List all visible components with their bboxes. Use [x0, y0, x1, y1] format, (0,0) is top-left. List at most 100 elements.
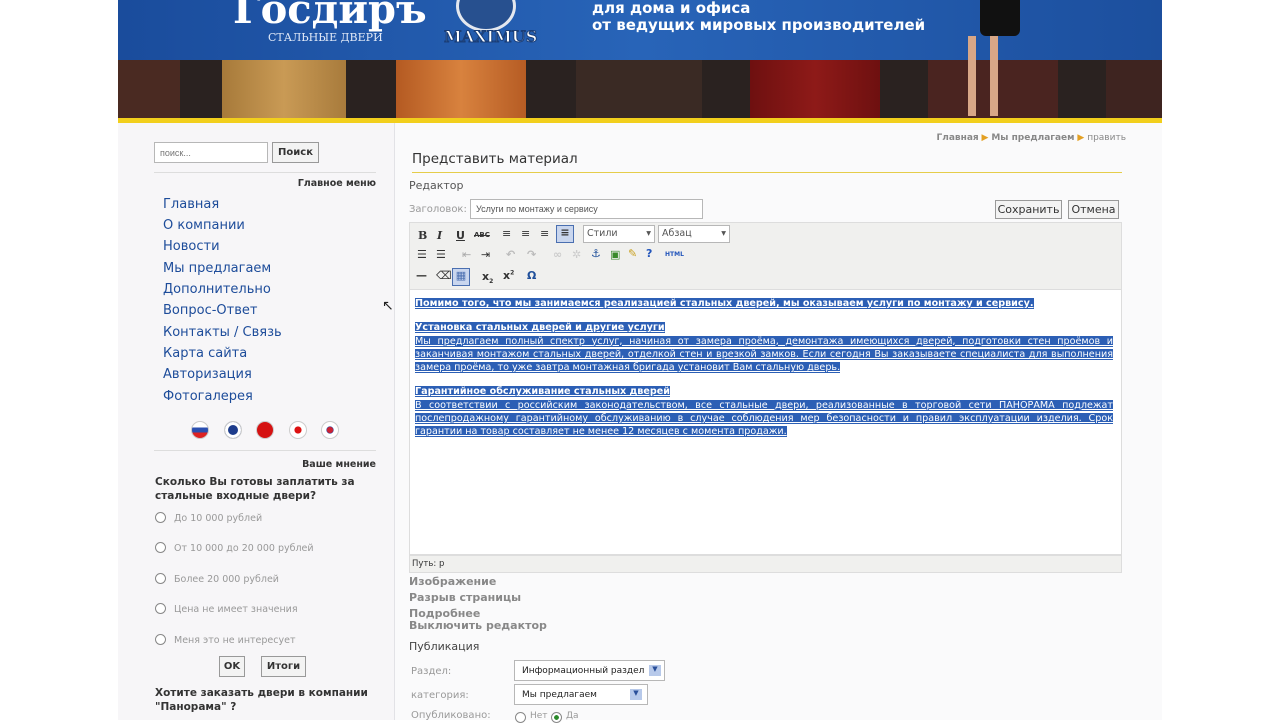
flag-kr-icon[interactable]	[321, 421, 339, 439]
styles-select[interactable]: Стили ▾	[583, 225, 655, 243]
poll-radio[interactable]	[155, 634, 166, 645]
help-icon[interactable]: ?	[646, 247, 652, 260]
align-justify-icon[interactable]: ≡	[556, 225, 574, 243]
menu-title: Главное меню	[297, 178, 376, 189]
indent-icon[interactable]: ⇥	[481, 248, 490, 261]
styles-value: Стили	[587, 228, 618, 239]
pagebreak-link[interactable]: Разрыв страницы	[409, 591, 521, 604]
section-value: Информационный раздел	[522, 666, 645, 676]
poll-option-label: Цена не имеет значения	[174, 604, 298, 615]
html-button[interactable]: HTML	[665, 251, 684, 258]
menu-item-faq[interactable]: Вопрос-Ответ	[163, 303, 257, 318]
toggle-editor-link[interactable]: Выключить редактор	[409, 619, 547, 632]
save-button[interactable]: Сохранить	[995, 200, 1062, 219]
poll-radio[interactable]	[155, 573, 166, 584]
outdent-icon[interactable]: ⇤	[462, 248, 471, 261]
subheading: Установка стальных дверей и другие услуг…	[415, 322, 665, 334]
logo: Госдиръ	[233, 0, 427, 33]
poll-radio[interactable]	[155, 512, 166, 523]
menu-item-about[interactable]: О компании	[163, 218, 245, 233]
paragraph: Помимо того, что мы занимаемся реализаци…	[415, 298, 1034, 309]
anchor-icon[interactable]: ⚓	[591, 247, 601, 260]
horizontal-rule-icon[interactable]: —	[416, 269, 427, 282]
menu-item-contacts[interactable]: Контакты / Связь	[163, 325, 282, 340]
undo-icon[interactable]: ↶	[506, 248, 515, 261]
published-label: Опубликовано:	[411, 710, 491, 721]
table-icon[interactable]: ▦	[452, 268, 470, 286]
poll-ok-button[interactable]: OK	[219, 656, 245, 677]
format-select[interactable]: Абзац ▾	[658, 225, 730, 243]
subscript-icon[interactable]: x2	[482, 270, 493, 285]
menu-item-sitemap[interactable]: Карта сайта	[163, 346, 247, 361]
numbered-list-icon[interactable]: ☰	[436, 248, 446, 261]
search-input[interactable]	[154, 142, 268, 163]
title-input[interactable]	[470, 199, 703, 219]
category-select[interactable]: Мы предлагаем ▼	[514, 684, 648, 705]
image-icon[interactable]: ▣	[610, 248, 620, 261]
section-select[interactable]: Информационный раздел ▼	[514, 660, 665, 681]
doors-strip	[118, 36, 1162, 118]
title-label: Заголовок:	[409, 204, 467, 215]
editor-section-label: Редактор	[409, 179, 464, 192]
poll-radio[interactable]	[155, 542, 166, 553]
format-value: Абзац	[662, 228, 692, 239]
editor-toolbar: B I U ABC ≡ ≡ ≡ ≡ Стили ▾ Абзац ▾ ☰ ☰ ⇤ ⇥ …	[409, 222, 1122, 290]
mouse-cursor-icon: ↖	[382, 298, 394, 314]
menu-item-extra[interactable]: Дополнительно	[163, 282, 271, 297]
poll-question: Сколько Вы готовы заплатить за стальные …	[155, 476, 355, 502]
strikethrough-button[interactable]: ABC	[474, 231, 490, 239]
poll-radio[interactable]	[155, 603, 166, 614]
slogan-line: от ведущих мировых производителей	[592, 16, 926, 34]
poll-title: Ваше мнение	[302, 459, 376, 470]
poll-option-label: До 10 000 рублей	[174, 513, 263, 524]
menu-item-offers[interactable]: Мы предлагаем	[163, 261, 271, 276]
eraser-icon[interactable]: ⌫	[436, 269, 452, 282]
image-link[interactable]: Изображение	[409, 575, 496, 588]
model-figure	[980, 0, 1020, 36]
flag-cn-icon[interactable]	[256, 421, 274, 439]
align-center-icon[interactable]: ≡	[521, 227, 530, 240]
poll-option-label: Меня это не интересует	[174, 635, 296, 646]
redo-icon[interactable]: ↷	[527, 248, 536, 261]
unlink-icon[interactable]: ✲	[572, 248, 581, 261]
section-label: Раздел:	[411, 666, 452, 677]
published-yes-radio[interactable]	[551, 712, 562, 723]
menu-item-gallery[interactable]: Фотогалерея	[163, 389, 253, 404]
align-right-icon[interactable]: ≡	[540, 227, 549, 240]
subheading: Гарантийное обслуживание стальных дверей	[415, 386, 670, 398]
main-content: Главная ▶ Мы предлагаем ▶ править Предст…	[395, 123, 1162, 723]
link-icon[interactable]: ∞	[553, 248, 562, 261]
breadcrumb-home[interactable]: Главная	[937, 133, 979, 143]
published-no-radio[interactable]	[515, 712, 526, 723]
flag-jp-icon[interactable]	[289, 421, 307, 439]
menu-item-login[interactable]: Авторизация	[163, 367, 252, 382]
category-value: Мы предлагаем	[522, 690, 597, 700]
bold-button[interactable]: B	[418, 229, 427, 242]
chevron-down-icon: ▼	[630, 689, 642, 700]
flag-ru-icon[interactable]	[191, 421, 209, 439]
order-question: Хотите заказать двери в компании "Панора…	[155, 687, 368, 713]
superscript-icon[interactable]: x2	[503, 269, 514, 282]
menu-item-news[interactable]: Новости	[163, 239, 220, 254]
breadcrumb-current: править	[1087, 133, 1126, 143]
breadcrumb-offers[interactable]: Мы предлагаем	[991, 133, 1074, 143]
slogan-line: для дома и офиса	[592, 0, 751, 17]
emblem-text: MAXIMUS	[443, 27, 538, 47]
cancel-button[interactable]: Отмена	[1068, 200, 1119, 219]
align-left-icon[interactable]: ≡	[502, 227, 511, 240]
special-char-icon[interactable]: Ω	[527, 269, 536, 282]
cleanup-icon[interactable]: ✎	[628, 247, 637, 260]
poll-results-button[interactable]: Итоги	[261, 656, 306, 677]
page-title: Представить материал	[412, 151, 1122, 173]
menu-item-home[interactable]: Главная	[163, 197, 219, 212]
paragraph: Мы предлагаем полный спектр услуг, начин…	[415, 335, 1113, 374]
category-label: категория:	[411, 690, 469, 701]
underline-button[interactable]: U	[456, 229, 465, 242]
flag-uk-icon[interactable]	[224, 421, 242, 439]
chevron-down-icon: ▼	[649, 665, 661, 676]
slogan: для дома и офиса от ведущих мировых произ…	[592, 0, 925, 34]
search-button[interactable]: Поиск	[272, 142, 319, 163]
italic-button[interactable]: I	[437, 229, 442, 242]
bullet-list-icon[interactable]: ☰	[417, 248, 427, 261]
header-banner: Госдиръ СТАЛЬНЫЕ ДВЕРИ MAXIMUS для дома …	[118, 0, 1162, 60]
